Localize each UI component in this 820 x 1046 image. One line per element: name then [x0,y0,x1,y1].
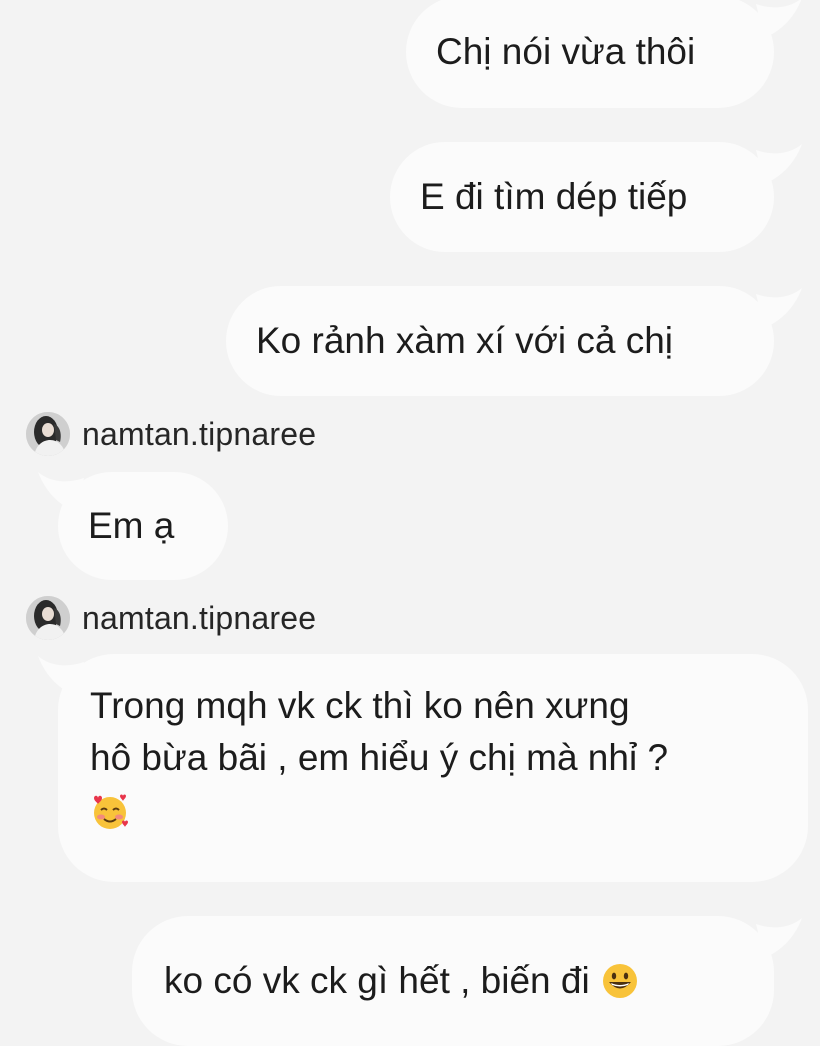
message-text: Chị nói vừa thôi [436,31,696,72]
sender-username[interactable]: namtan.tipnaree [82,416,316,453]
sender-header: namtan.tipnaree [26,596,316,640]
avatar[interactable] [26,596,70,640]
message-emoji-line [90,784,774,836]
sender-header: namtan.tipnaree [26,412,316,456]
sender-username[interactable]: namtan.tipnaree [82,600,316,637]
outgoing-message-bubble[interactable]: ko có vk ck gì hết , biến đi [132,916,774,1046]
message-text-line: Trong mqh vk ck thì ko nên xưng [90,685,630,726]
message-text: Em ạ [88,505,175,546]
incoming-message-bubble[interactable]: Trong mqh vk ck thì ko nên xưng hô bừa b… [58,654,808,882]
message-text: ko có vk ck gì hết , biến đi [164,960,590,1001]
smiling-face-with-hearts-icon [94,794,128,830]
message-text: E đi tìm dép tiếp [420,176,688,217]
avatar[interactable] [26,412,70,456]
incoming-message-bubble[interactable]: Em ạ [58,472,228,580]
bubble-tail [756,288,802,328]
outgoing-message-bubble[interactable]: Ko rảnh xàm xí với cả chị [226,286,774,396]
outgoing-message-bubble[interactable]: Chị nói vừa thôi [406,0,774,108]
bubble-tail [756,0,802,38]
bubble-tail [756,918,802,958]
bubble-tail [756,144,802,184]
outgoing-message-bubble[interactable]: E đi tìm dép tiếp [390,142,774,252]
message-text-line: hô bừa bãi , em hiểu ý chị mà nhỉ ? [90,737,669,778]
grinning-face-icon [602,964,637,998]
message-text: Ko rảnh xàm xí với cả chị [256,320,674,361]
